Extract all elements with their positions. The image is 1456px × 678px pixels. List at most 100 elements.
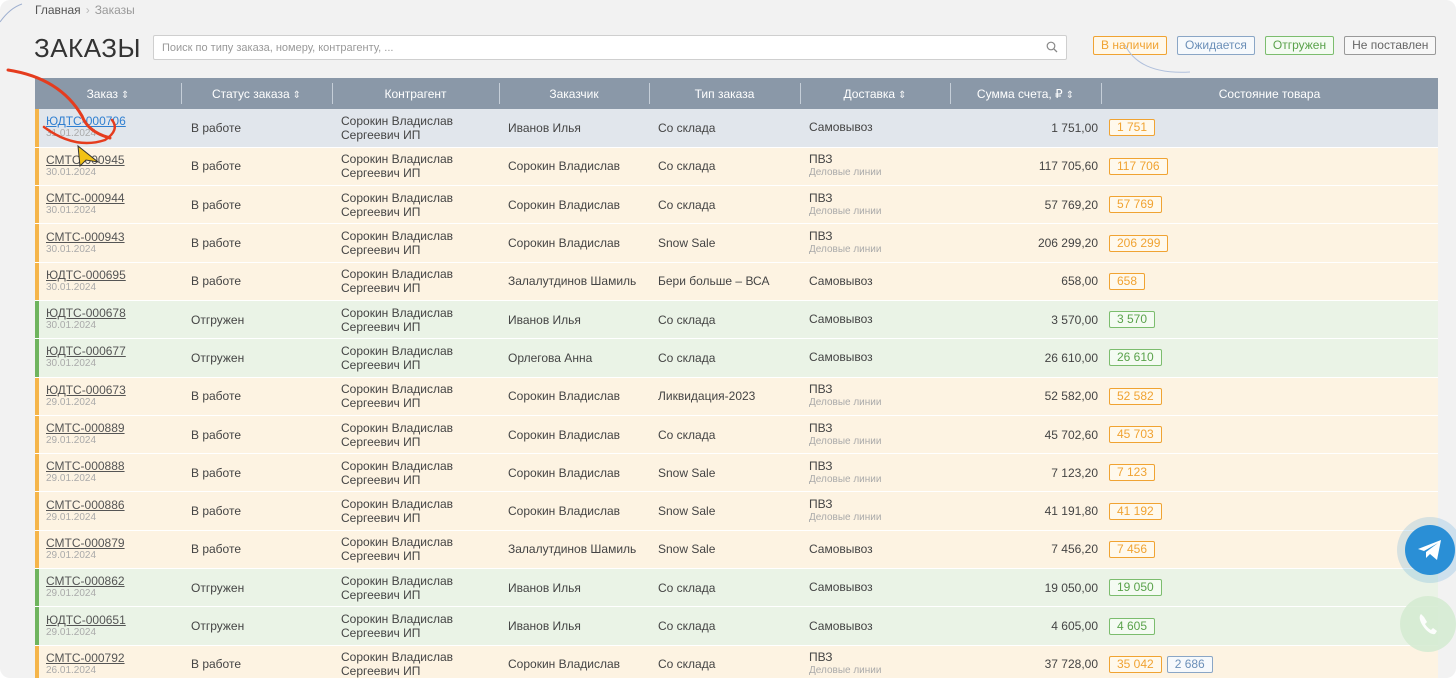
order-number-link[interactable]: СМТС-000792 [46,651,181,665]
order-cell: ЮДТС-000651 29.01.2024 [35,606,181,646]
goods-state-badge: 7 456 [1109,540,1156,558]
search-input[interactable] [154,36,1034,59]
customer-cell: Иванов Илья [499,300,649,340]
order-number-link[interactable]: ЮДТС-000678 [46,307,181,320]
table-row[interactable]: СМТС-000792 26.01.2024 В работе Сорокин Вла… [35,645,1438,678]
delivery-method: Самовывоз [809,541,873,556]
delivery-carrier: Деловые линии [809,435,882,447]
table-row[interactable]: ЮДТС-000678 30.01.2024 Отгружен Сорокин Вла… [35,300,1438,340]
order-number-link[interactable]: СМТС-000888 [46,460,181,473]
table-row[interactable]: ЮДТС-000673 29.01.2024 В работе Сорокин Вла… [35,377,1438,416]
goods-state-badge: 2 686 [1166,655,1213,673]
delivery-method: Самовывоз [809,350,873,365]
order-cell: СМТС-000862 29.01.2024 [35,568,181,608]
column-header-order-type: Тип заказа [649,78,800,109]
order-number-link[interactable]: ЮДТС-000695 [46,268,181,282]
order-number-link[interactable]: СМТС-000944 [46,192,181,205]
table-row[interactable]: СМТС-000886 29.01.2024 В работе Сорокин Вла… [35,491,1438,531]
order-number-link[interactable]: ЮДТС-000677 [46,345,181,358]
order-cell: ЮДТС-000678 30.01.2024 [35,300,181,340]
order-date: 30.01.2024 [46,320,97,332]
order-date: 30.01.2024 [46,358,97,370]
table-row[interactable]: ЮДТС-000677 30.01.2024 Отгружен Сорокин Вла… [35,338,1438,378]
table-row[interactable]: СМТС-000889 29.01.2024 В работе Сорокин Вла… [35,415,1438,455]
table-row[interactable]: СМТС-000879 29.01.2024 В работе Сорокин Вла… [35,530,1438,570]
table-row[interactable]: ЮДТС-000695 30.01.2024 В работе Сорокин Вла… [35,262,1438,301]
filter-expected-button[interactable]: Ожидается [1177,36,1255,55]
counterparty-name: Сорокин Владислав [341,190,454,205]
counterparty-cell: Сорокин Владислав Сергеевич ИП [332,377,499,416]
order-number-link[interactable]: ЮДТС-000651 [46,613,181,627]
search-icon[interactable] [1046,41,1058,53]
column-header-delivery[interactable]: Доставка ⇕ [800,78,950,109]
sum-cell: 45 702,60 [950,415,1101,455]
counterparty-cell: Сорокин Владислав Сергеевич ИП [332,453,499,493]
breadcrumb-current: Заказы [94,3,135,17]
column-header-status[interactable]: Статус заказа ⇕ [181,78,332,109]
order-number-link[interactable]: ЮДТС-000673 [46,383,181,397]
status-cell: Отгружен [181,606,332,646]
sort-icon[interactable]: ⇕ [293,90,301,101]
customer-cell: Залалутдинов Шамиль [499,262,649,301]
sum-cell: 26 610,00 [950,338,1101,378]
table-row[interactable]: СМТС-000943 30.01.2024 В работе Сорокин Вла… [35,223,1438,263]
delivery-carrier: Деловые линии [809,473,882,485]
delivery-cell: Самовывоз [800,262,950,301]
counterparty-suffix: Сергеевич ИП [341,626,421,640]
table-row[interactable]: СМТС-000944 30.01.2024 В работе Сорокин Вла… [35,185,1438,225]
table-row[interactable]: СМТС-000888 29.01.2024 В работе Сорокин Вла… [35,453,1438,493]
column-header-order[interactable]: Заказ ⇕ [35,78,181,109]
goods-state-badge: 3 570 [1109,311,1156,329]
order-date: 30.01.2024 [46,243,97,255]
delivery-carrier: Деловые линии [809,205,882,217]
breadcrumb-separator: › [85,3,90,17]
goods-state-cell: 57 769 [1101,185,1438,225]
order-number-link[interactable]: СМТС-000889 [46,422,181,435]
counterparty-cell: Сорокин Владислав Сергеевич ИП [332,568,499,608]
delivery-cell: ПВЗ Деловые линии [800,223,950,263]
delivery-method: Самовывоз [809,618,873,633]
table-row[interactable]: СМТС-000945 30.01.2024 В работе Сорокин Вла… [35,147,1438,187]
counterparty-suffix: Сергеевич ИП [341,357,421,372]
status-cell: В работе [181,262,332,301]
breadcrumb-home[interactable]: Главная [35,3,81,17]
status-cell: Отгружен [181,300,332,340]
order-cell: СМТС-000792 26.01.2024 [35,645,181,678]
filter-not-delivered-button[interactable]: Не поставлен [1344,36,1437,55]
column-header-label: Статус заказа [211,86,290,101]
column-header-label: Состояние товара [1218,86,1321,101]
delivery-cell: Самовывоз [800,530,950,570]
order-type-cell: Со склада [649,109,800,148]
order-number-link[interactable]: СМТС-000945 [46,153,181,167]
table-row[interactable]: ЮДТС-000651 29.01.2024 Отгружен Сорокин Вла… [35,606,1438,646]
filter-in-stock-button[interactable]: В наличии [1093,36,1168,55]
goods-state-cell: 19 050 [1101,568,1438,608]
phone-icon [1419,614,1437,635]
counterparty-cell: Сорокин Владислав Сергеевич ИП [332,109,499,148]
order-type-cell: Со склада [649,300,800,340]
order-number-link[interactable]: СМТС-000886 [46,498,181,512]
goods-state-badge: 206 299 [1109,234,1169,252]
sum-cell: 41 191,80 [950,491,1101,531]
order-cell: ЮДТС-000673 29.01.2024 [35,377,181,416]
page-title: ЗАКАЗЫ [34,33,141,63]
order-number-link[interactable]: СМТС-000862 [46,575,181,588]
order-type-cell: Со склада [649,147,800,187]
sort-icon[interactable]: ⇕ [1066,90,1074,101]
column-header-sum[interactable]: Сумма счета, ₽ ⇕ [950,78,1101,109]
table-row[interactable]: ЮДТС-000706 31.01.2024 В работе Сорокин Вла… [35,109,1438,148]
counterparty-suffix: Сергеевич ИП [341,549,421,564]
order-number-link[interactable]: СМТС-000943 [46,230,181,244]
status-cell: Отгружен [181,338,332,378]
filter-shipped-button[interactable]: Отгружен [1264,36,1335,55]
table-row[interactable]: СМТС-000862 29.01.2024 Отгружен Сорокин Вла… [35,568,1438,608]
telegram-button[interactable] [1405,525,1455,575]
order-number-link[interactable]: ЮДТС-000706 [46,115,181,128]
phone-button[interactable] [1400,596,1456,652]
order-number-link[interactable]: СМТС-000879 [46,536,181,550]
counterparty-name: Сорокин Владислав [341,650,454,665]
sort-icon[interactable]: ⇕ [898,90,906,101]
order-date: 29.01.2024 [46,396,97,408]
sort-icon[interactable]: ⇕ [121,90,129,101]
goods-state-badge: 52 582 [1109,387,1162,405]
